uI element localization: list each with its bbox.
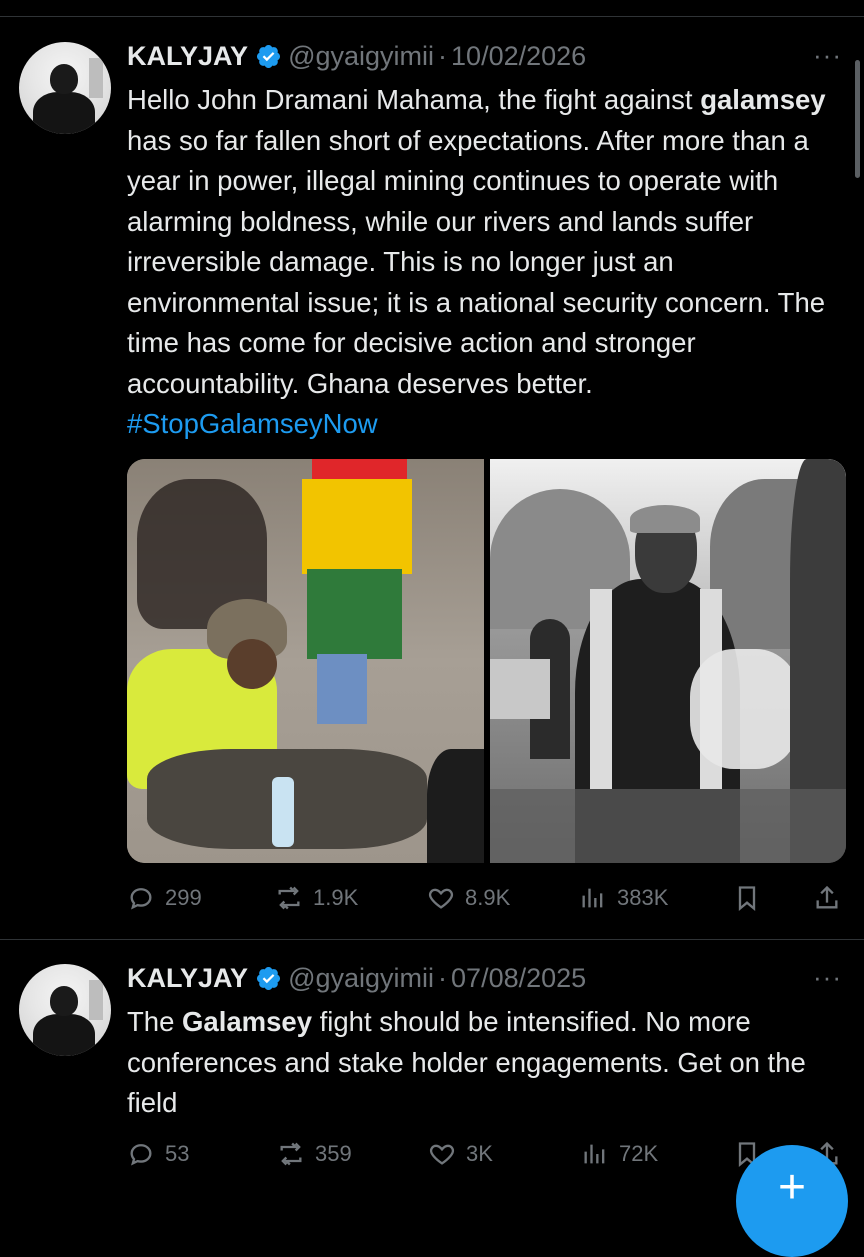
reply-count: 299 (165, 885, 202, 910)
tweet-text: The Galamsey fight should be intensified… (127, 1002, 842, 1124)
avatar-background-building (89, 58, 103, 98)
tweet-header: KALYJAY @gyaigyimii · 07/08/2025 (127, 962, 586, 994)
tweet-text-part: Hello John Dramani Mahama, the fight aga… (127, 84, 701, 115)
repost-icon (280, 1142, 302, 1166)
like-count: 3K (466, 1141, 493, 1166)
like-button[interactable]: 3K (428, 1134, 493, 1174)
compose-plus-icon: + (777, 1161, 807, 1214)
author-name[interactable]: KALYJAY (127, 41, 248, 72)
verified-badge-icon (255, 43, 282, 70)
avatar[interactable] (19, 42, 111, 134)
repost-icon (278, 886, 300, 910)
reply-icon (130, 1144, 152, 1166)
repost-button[interactable]: 1.9K (275, 878, 358, 918)
photo-shape (317, 654, 367, 724)
photo-shape (227, 639, 277, 689)
compose-button[interactable]: + (736, 1145, 848, 1257)
share-button[interactable] (813, 878, 851, 918)
like-count: 8.9K (465, 885, 511, 910)
photo-shape (307, 569, 402, 659)
repost-count: 359 (315, 1141, 352, 1166)
avatar[interactable] (19, 964, 111, 1056)
photo-shape (490, 659, 550, 719)
hashtag-link[interactable]: #StopGalamseyNow (127, 408, 378, 439)
tweet-date[interactable]: 07/08/2025 (451, 963, 586, 994)
photo-shape (490, 789, 846, 863)
more-options-icon[interactable]: ··· (813, 40, 842, 71)
tweet-date[interactable]: 10/02/2026 (451, 41, 586, 72)
separator-dot: · (438, 962, 448, 993)
separator-dot: · (438, 40, 448, 71)
views-button[interactable]: 72K (581, 1134, 658, 1174)
photo-shape (272, 777, 294, 847)
bookmark-button[interactable] (733, 878, 771, 918)
media-grid (127, 459, 846, 863)
right-photo[interactable] (490, 459, 846, 863)
photo-shape (302, 479, 412, 574)
avatar-person-body (33, 1014, 95, 1056)
avatar-person-head (50, 986, 78, 1016)
repost-button[interactable]: 359 (277, 1134, 352, 1174)
tweet-header: KALYJAY @gyaigyimii · 10/02/2026 (127, 40, 586, 72)
views-icon (584, 1144, 605, 1164)
share-icon (816, 885, 838, 909)
photo-shape (690, 649, 800, 769)
views-button[interactable]: 383K (579, 878, 668, 918)
author-handle[interactable]: @gyaigyimii (288, 963, 434, 994)
photo-shape (427, 749, 484, 863)
heart-icon (428, 888, 454, 909)
left-photo[interactable] (127, 459, 484, 863)
reply-icon (130, 888, 152, 910)
avatar-background-building (89, 980, 103, 1020)
like-button[interactable]: 8.9K (427, 878, 510, 918)
author-handle[interactable]: @gyaigyimii (288, 41, 434, 72)
tweet-2[interactable]: KALYJAY @gyaigyimii · 07/08/2025 ··· The… (0, 940, 864, 1200)
author-name[interactable]: KALYJAY (127, 963, 248, 994)
views-count: 383K (617, 885, 669, 910)
avatar-person-body (33, 92, 95, 134)
avatar-person-head (50, 64, 78, 94)
tweet-text: Hello John Dramani Mahama, the fight aga… (127, 80, 842, 445)
tweet-text-bold: Galamsey (182, 1006, 312, 1037)
tweet-text-bold: galamsey (700, 84, 826, 115)
views-count: 72K (619, 1141, 659, 1166)
tweet-text-part: has so far fallen short of expectations.… (127, 124, 826, 399)
reply-button[interactable]: 53 (127, 1134, 189, 1174)
heart-icon (429, 1144, 455, 1165)
bookmark-icon (738, 886, 756, 911)
photo-shape (630, 505, 700, 533)
reply-count: 53 (165, 1141, 190, 1166)
tweet-1[interactable]: KALYJAY @gyaigyimii · 10/02/2026 ··· Hel… (0, 0, 864, 939)
repost-count: 1.9K (313, 885, 359, 910)
views-icon (582, 888, 603, 908)
verified-badge-icon (255, 965, 282, 992)
tweet-actions: 53 359 3K 72K (127, 1134, 843, 1174)
tweet-actions: 299 1.9K 8.9K 383K (127, 878, 843, 918)
tweet-text-part: The (127, 1006, 183, 1037)
more-options-icon[interactable]: ··· (813, 962, 842, 993)
photo-shape (590, 589, 612, 789)
reply-button[interactable]: 299 (127, 878, 202, 918)
